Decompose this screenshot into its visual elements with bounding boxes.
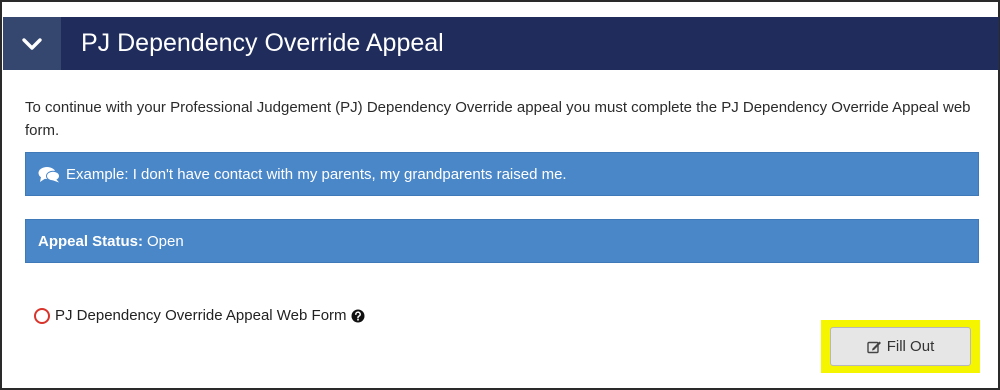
fill-out-button[interactable]: Fill Out: [830, 327, 971, 366]
appeal-status-label: Appeal Status:: [38, 232, 144, 250]
example-text: Example: I don't have contact with my pa…: [66, 165, 567, 183]
collapse-toggle-button[interactable]: [3, 17, 61, 70]
empty-circle-icon: [34, 307, 50, 324]
web-form-item: PJ Dependency Override Appeal Web Form: [34, 307, 365, 324]
web-form-label: PJ Dependency Override Appeal Web Form: [55, 307, 347, 324]
fill-out-label: Fill Out: [886, 338, 935, 355]
page-title: PJ Dependency Override Appeal: [81, 29, 444, 57]
intro-text: To continue with your Professional Judge…: [25, 99, 971, 139]
question-circle-icon[interactable]: [351, 309, 365, 323]
panel-header: PJ Dependency Override Appeal: [3, 17, 999, 70]
appeal-status-value: Open: [147, 232, 184, 250]
appeal-panel: PJ Dependency Override Appeal To continu…: [0, 0, 1000, 390]
comments-icon: [38, 166, 60, 183]
appeal-status-box: Appeal Status: Open: [25, 219, 979, 263]
chevron-down-icon: [22, 37, 42, 50]
edit-icon: [867, 340, 882, 354]
example-box: Example: I don't have contact with my pa…: [25, 152, 979, 196]
